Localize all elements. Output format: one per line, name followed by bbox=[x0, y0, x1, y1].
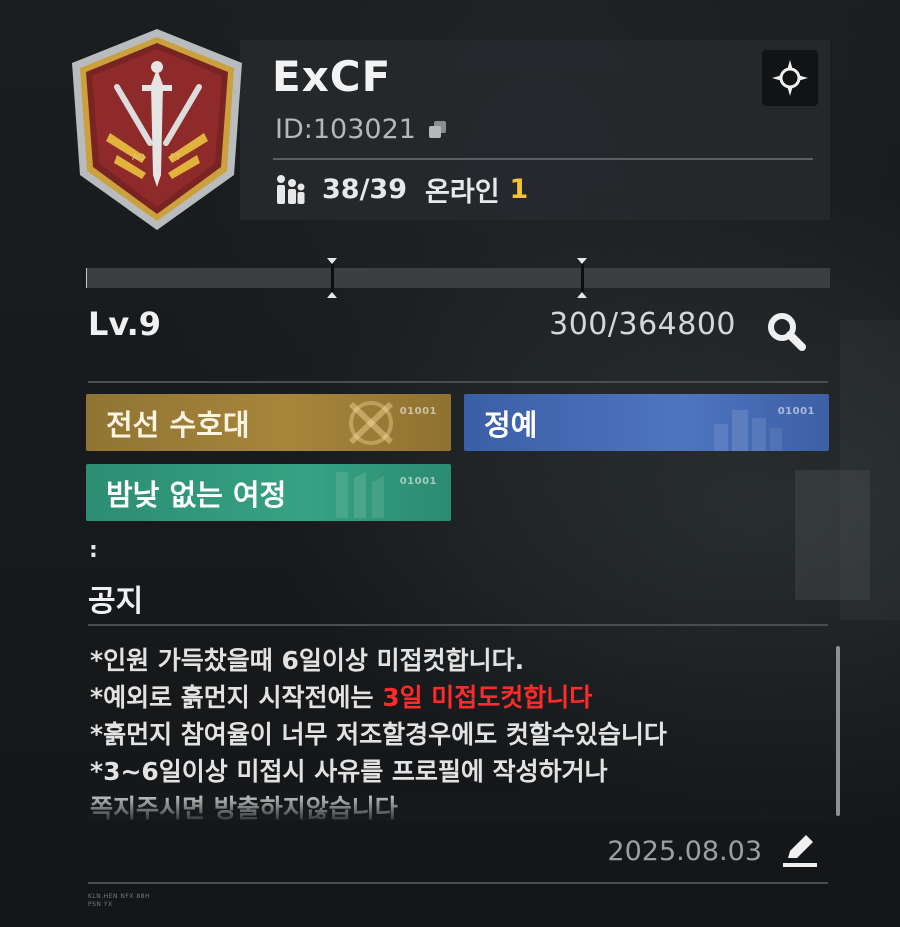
footer-code-line: PSN YX bbox=[88, 901, 113, 908]
crossed-swords-icon bbox=[348, 401, 394, 445]
notice-line: *3~6일이상 미접시 사유를 프로필에 작성하거나 bbox=[90, 757, 608, 786]
background-structure bbox=[840, 320, 900, 620]
copy-icon[interactable] bbox=[428, 120, 448, 140]
clan-id-row: ID: 103021 bbox=[275, 114, 448, 145]
search-icon[interactable] bbox=[760, 305, 814, 359]
notice-fade bbox=[88, 790, 828, 820]
member-count-row: 38/39 온라인 1 bbox=[272, 170, 528, 209]
footer-code-line: KLN.HEN NFX 88H bbox=[88, 893, 150, 900]
clan-id-value: 103021 bbox=[312, 114, 416, 145]
notice-line: *인원 가득찼을때 6일이상 미접컷합니다. bbox=[90, 646, 525, 675]
clan-name: ExCF bbox=[272, 52, 392, 101]
divider bbox=[88, 624, 828, 626]
footer-code: KLN.HEN NFX 88H PSN YX bbox=[88, 893, 150, 909]
header-divider bbox=[273, 158, 813, 160]
notice-line: *예외로 흙먼지 시작전에는 3일 미접도컷합니다 bbox=[90, 679, 830, 716]
tag-elite[interactable]: 정예 01001 bbox=[464, 394, 829, 451]
target-button[interactable] bbox=[762, 50, 818, 106]
emblem-text-left: AO bbox=[132, 153, 145, 163]
notice-title: 공지 bbox=[88, 584, 144, 619]
divider bbox=[88, 381, 828, 383]
tag-code: 01001 bbox=[777, 406, 815, 417]
clan-id-label: ID: bbox=[275, 114, 313, 145]
member-count: 38/39 bbox=[322, 174, 408, 205]
xp-milestone-marker bbox=[577, 258, 587, 298]
divider bbox=[88, 882, 828, 884]
target-icon bbox=[772, 60, 808, 96]
notice-line: *흙먼지 참여율이 너무 저조할경우에도 컷할수있습니다 bbox=[90, 720, 667, 749]
tag-label: 정예 bbox=[484, 407, 538, 442]
tag-endless-journey[interactable]: 밤낮 없는 여정 01001 bbox=[86, 464, 451, 521]
notice-scrollbar[interactable] bbox=[836, 646, 840, 816]
clan-level: Lv.9 bbox=[88, 305, 162, 343]
people-icon bbox=[277, 174, 305, 204]
edit-icon[interactable] bbox=[778, 828, 820, 870]
tag-label: 전선 수호대 bbox=[106, 407, 250, 442]
tag-code: 01001 bbox=[399, 476, 437, 487]
online-count: 1 bbox=[509, 174, 529, 205]
xp-value: 300/364800 bbox=[549, 307, 736, 342]
clan-emblem: AO PT bbox=[72, 29, 242, 230]
xp-progress-fill bbox=[86, 268, 87, 288]
xp-progress-bar bbox=[86, 258, 830, 298]
notice-line-text: *예외로 흙먼지 시작전에는 bbox=[90, 683, 383, 712]
tag-label: 밤낮 없는 여정 bbox=[106, 477, 287, 512]
notice-highlight: 3일 미접도컷합니다 bbox=[382, 683, 593, 712]
emblem-text-right: PT bbox=[170, 153, 181, 163]
notice-date: 2025.08.03 bbox=[607, 836, 762, 867]
xp-milestone-marker bbox=[327, 258, 337, 298]
online-label: 온라인 bbox=[425, 177, 500, 208]
colon-mark: : bbox=[89, 538, 98, 563]
tag-code: 01001 bbox=[399, 406, 437, 417]
tag-frontline-guardian[interactable]: 전선 수호대 01001 bbox=[86, 394, 451, 451]
